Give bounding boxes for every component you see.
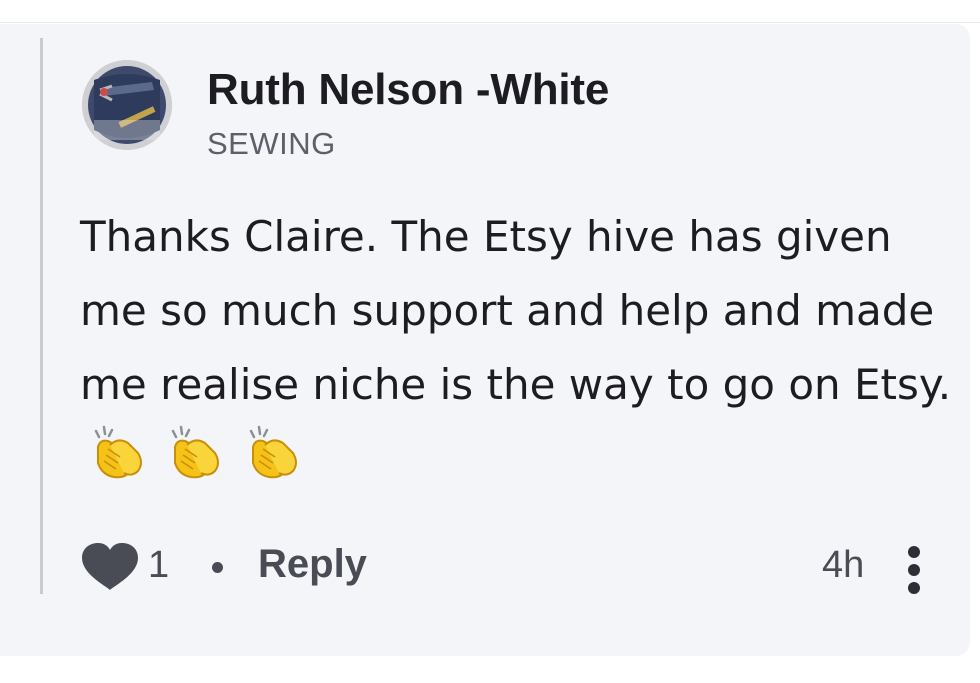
heart-icon bbox=[82, 543, 138, 590]
author-name[interactable]: Ruth Nelson -White bbox=[207, 65, 609, 115]
top-strip bbox=[0, 0, 980, 23]
thread-line bbox=[40, 38, 43, 594]
clapping-hands-icon bbox=[249, 425, 297, 479]
separator-dot bbox=[212, 562, 223, 573]
vertical-ellipsis-icon bbox=[908, 582, 920, 594]
clapping-hands-icon bbox=[172, 425, 220, 479]
clapping-hands-emoji-group bbox=[88, 425, 307, 504]
reply-button[interactable]: Reply bbox=[258, 542, 367, 587]
sewing-avatar-icon bbox=[82, 60, 172, 150]
clapping-hands-icon bbox=[94, 425, 142, 479]
like-count: 1 bbox=[148, 544, 170, 586]
like-button[interactable] bbox=[78, 542, 142, 592]
author-tag: SEWING bbox=[207, 126, 336, 161]
timestamp: 4h bbox=[822, 544, 865, 586]
comment-text: Thanks Claire. The Etsy hive has given m… bbox=[80, 212, 952, 409]
comment-footer: 1 Reply 4h bbox=[0, 530, 970, 600]
comment-body: Thanks Claire. The Etsy hive has given m… bbox=[80, 200, 960, 504]
more-options-button[interactable] bbox=[900, 540, 928, 596]
avatar[interactable] bbox=[82, 60, 172, 150]
vertical-ellipsis-icon bbox=[908, 564, 920, 576]
vertical-ellipsis-icon bbox=[908, 546, 920, 558]
